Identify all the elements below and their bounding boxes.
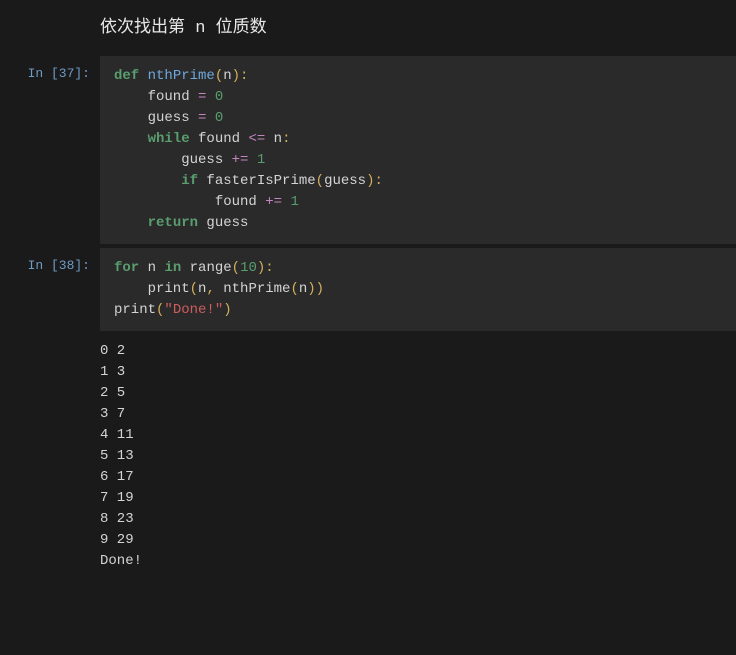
section-heading: 依次找出第 n 位质数	[0, 0, 736, 56]
cell-output: 0 2 1 3 2 5 3 7 4 11 5 13 6 17 7 19 8 23…	[0, 335, 736, 572]
cell-prompt: In [38]:	[0, 248, 100, 331]
code-input[interactable]: def nthPrime(n): found = 0 guess = 0 whi…	[100, 56, 736, 244]
cell-prompt: In [37]:	[0, 56, 100, 244]
code-input[interactable]: for n in range(10): print(n, nthPrime(n)…	[100, 248, 736, 331]
code-cell: In [37]: def nthPrime(n): found = 0 gues…	[0, 56, 736, 244]
code-cell: In [38]: for n in range(10): print(n, nt…	[0, 248, 736, 331]
